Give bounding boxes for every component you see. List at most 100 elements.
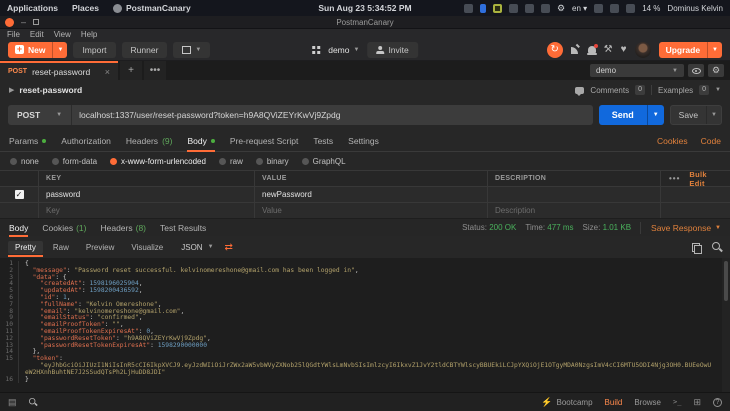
request-tab[interactable]: POST reset-password × — [0, 61, 118, 80]
help-icon[interactable]: ? — [713, 397, 722, 407]
upgrade-button[interactable]: Upgrade ▼ — [658, 41, 722, 58]
tab-params[interactable]: Params — [9, 130, 47, 151]
tab-tests[interactable]: Tests — [313, 130, 333, 151]
code-link[interactable]: Code — [701, 136, 721, 146]
menu-help[interactable]: Help — [81, 30, 97, 39]
kv-row-placeholder[interactable]: Key Value Description — [0, 203, 730, 219]
send-options-caret[interactable]: ▼ — [646, 105, 664, 125]
new-tab-button[interactable]: + — [120, 61, 142, 80]
comments-button[interactable]: Comments — [590, 86, 629, 95]
app-indicator-icon[interactable] — [524, 3, 534, 13]
row-checkbox-checked[interactable]: ✓ — [14, 190, 24, 199]
notification-tray-icon[interactable] — [463, 3, 473, 13]
new-button-caret[interactable]: ▼ — [52, 41, 67, 58]
clock[interactable]: Sun Aug 23 5:34:52 PM — [318, 3, 411, 13]
expand-request-icon[interactable]: ▶ — [9, 86, 14, 94]
bootcamp-button[interactable]: ⚡ Bootcamp — [541, 397, 592, 408]
app-indicator-icon[interactable] — [508, 3, 518, 13]
search-icon[interactable] — [712, 242, 722, 252]
workspace-dropdown[interactable]: demo ▼ — [328, 45, 359, 55]
body-type-none[interactable]: none — [10, 157, 39, 166]
language-selector[interactable]: JSON ▼ — [181, 243, 213, 252]
cookies-link[interactable]: Cookies — [657, 136, 688, 146]
active-app-indicator[interactable]: PostmanCanary — [112, 3, 191, 13]
response-body-viewer[interactable]: 1{2 "message": "Password reset successfu… — [0, 258, 730, 392]
response-tab-test-results[interactable]: Test Results — [160, 219, 206, 236]
body-type-raw[interactable]: raw — [218, 157, 243, 166]
kv-value-cell[interactable]: newPassword — [254, 187, 487, 202]
build-button[interactable]: Build — [605, 398, 623, 407]
body-type-form-data[interactable]: form-data — [51, 157, 97, 166]
workspace-grid-icon[interactable] — [312, 45, 321, 54]
kv-key-placeholder[interactable]: Key — [38, 203, 254, 218]
copy-icon[interactable] — [692, 242, 702, 254]
environment-selector[interactable]: demo ▼ — [590, 64, 684, 77]
new-window-button[interactable]: ▼ — [173, 41, 211, 58]
scrollbar-thumb[interactable] — [724, 261, 728, 301]
bulk-edit-link[interactable]: Bulk Edit — [689, 170, 722, 188]
satellite-icon[interactable] — [570, 45, 580, 54]
environment-preview-button[interactable] — [688, 64, 704, 77]
input-method-icon[interactable] — [492, 3, 502, 13]
kv-value-placeholder[interactable]: Value — [254, 203, 487, 218]
body-type-urlencoded[interactable]: x-www-form-urlencoded — [110, 157, 206, 166]
examples-button[interactable]: Examples — [658, 86, 693, 95]
more-options-icon[interactable]: ••• — [669, 174, 680, 183]
runner-button[interactable]: Runner — [121, 41, 168, 58]
save-options-caret[interactable]: ▼ — [706, 106, 721, 124]
close-window-button[interactable] — [5, 17, 14, 27]
tab-settings[interactable]: Settings — [348, 130, 379, 151]
maximize-window-button[interactable] — [33, 19, 40, 25]
wrench-icon[interactable]: ⚒ — [604, 44, 613, 56]
heart-icon[interactable]: ♥ — [621, 44, 627, 56]
toggle-sidebar-icon[interactable]: ▤ — [8, 397, 17, 408]
close-tab-icon[interactable]: × — [105, 67, 110, 77]
kv-key-cell[interactable]: password — [38, 187, 254, 202]
body-type-binary[interactable]: binary — [255, 157, 289, 166]
menu-view[interactable]: View — [54, 30, 71, 39]
shortcuts-icon[interactable]: ⊞ — [693, 397, 701, 408]
url-input[interactable] — [72, 105, 593, 125]
response-tab-cookies[interactable]: Cookies (1) — [42, 219, 86, 236]
applications-menu[interactable]: Applications — [7, 3, 58, 13]
view-preview[interactable]: Preview — [79, 241, 121, 254]
user-avatar[interactable] — [634, 41, 651, 58]
invite-button[interactable]: Invite — [367, 41, 418, 58]
find-replace-icon[interactable] — [28, 398, 37, 406]
settings-gear-icon[interactable]: ⚙ — [557, 3, 565, 13]
user-menu[interactable]: Dominus Kelvin — [667, 4, 723, 13]
tab-authorization[interactable]: Authorization — [61, 130, 111, 151]
view-visualize[interactable]: Visualize — [124, 241, 170, 254]
response-tab-headers[interactable]: Headers (8) — [100, 219, 146, 236]
kv-row-password[interactable]: ✓ password newPassword — [0, 187, 730, 203]
menu-file[interactable]: File — [7, 30, 20, 39]
wifi-icon[interactable] — [594, 3, 604, 13]
send-button[interactable]: Send ▼ — [598, 105, 664, 125]
workspace-grid-icon[interactable] — [540, 3, 550, 13]
tab-options-button[interactable]: ••• — [144, 61, 166, 80]
places-menu[interactable]: Places — [72, 3, 99, 13]
response-tab-body[interactable]: Body — [9, 219, 29, 237]
sync-icon[interactable]: ↻ — [546, 41, 563, 58]
save-button[interactable]: Save ▼ — [669, 105, 722, 125]
bluetooth-icon[interactable] — [479, 3, 486, 13]
volume-icon[interactable] — [610, 3, 620, 13]
beautify-icon[interactable]: ⇄ — [225, 242, 233, 253]
view-pretty[interactable]: Pretty — [8, 240, 43, 257]
notifications-bell-icon[interactable] — [586, 44, 598, 55]
upgrade-caret[interactable]: ▼ — [707, 41, 722, 58]
import-button[interactable]: Import — [73, 41, 116, 58]
microphone-icon[interactable] — [626, 3, 636, 13]
console-icon[interactable]: >_ — [673, 398, 681, 406]
kv-description-cell[interactable] — [487, 187, 660, 202]
browse-button[interactable]: Browse — [634, 398, 661, 407]
view-raw[interactable]: Raw — [46, 241, 76, 254]
menu-edit[interactable]: Edit — [30, 30, 44, 39]
minimize-window-button[interactable]: – — [21, 17, 26, 27]
tab-body[interactable]: Body — [187, 130, 216, 152]
method-selector[interactable]: POST ▼ — [8, 105, 73, 125]
keyboard-layout-indicator[interactable]: en ▾ — [572, 4, 587, 13]
new-button[interactable]: + New ▼ — [8, 41, 68, 58]
save-response-button[interactable]: Save Response ▼ — [640, 221, 721, 234]
body-type-graphql[interactable]: GraphQL — [301, 157, 346, 166]
